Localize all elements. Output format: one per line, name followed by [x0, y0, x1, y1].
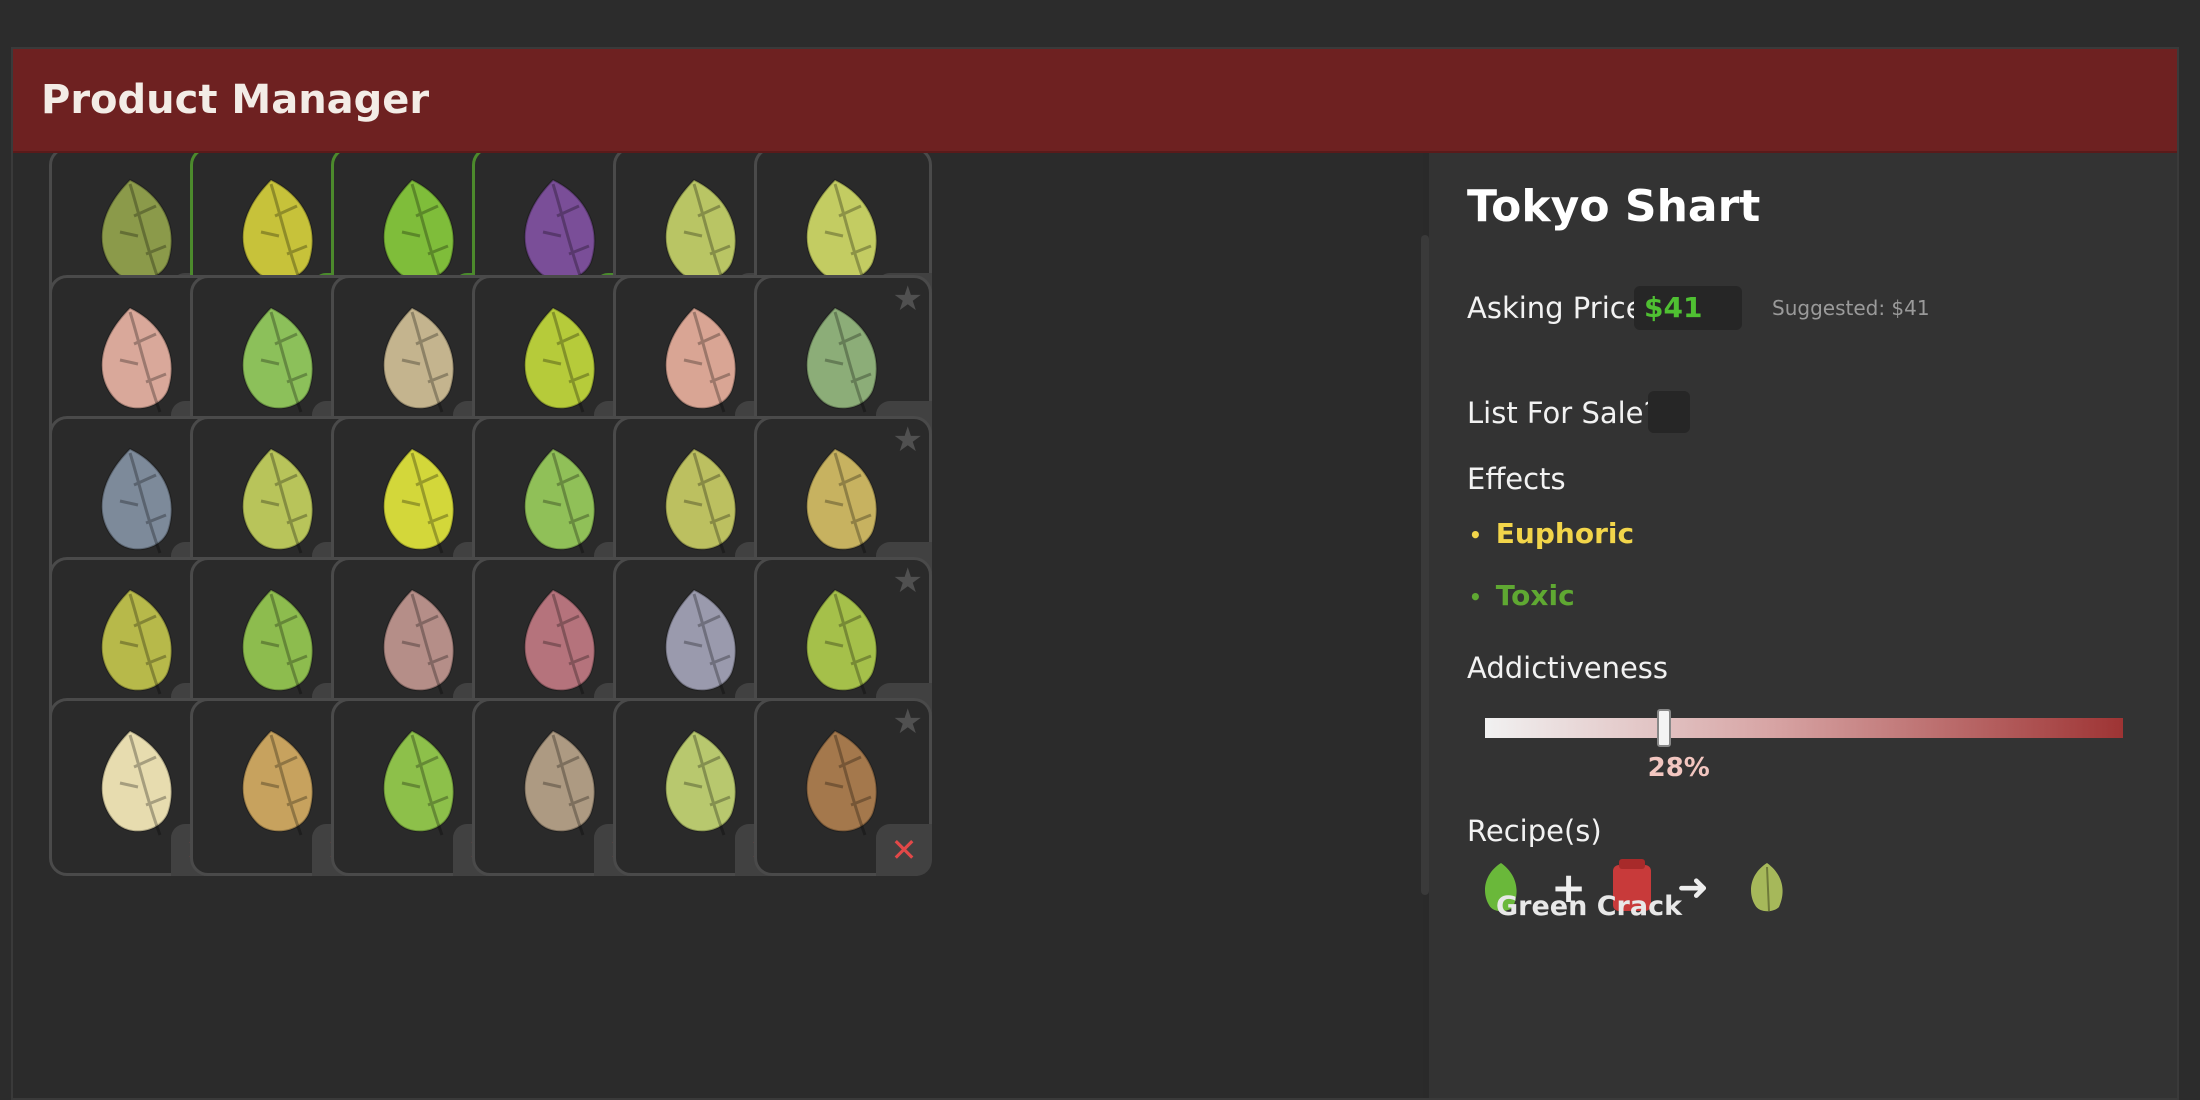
- product-leaf-icon: [805, 588, 878, 695]
- favorite-star-icon[interactable]: ★: [893, 564, 923, 598]
- recipes-label: Recipe(s): [1467, 814, 1602, 848]
- window-title: Product Manager: [41, 77, 430, 123]
- product-leaf-icon: [382, 447, 455, 554]
- product-leaf-icon: [664, 306, 737, 413]
- product-leaf-icon: [100, 729, 173, 836]
- product-leaf-icon: [100, 178, 173, 285]
- bullet-icon: •: [1469, 523, 1482, 547]
- product-leaf-icon: [523, 588, 596, 695]
- grid-scrollbar[interactable]: [1421, 235, 1429, 895]
- product-leaf-icon: [805, 729, 878, 836]
- favorite-star-icon[interactable]: ★: [893, 423, 923, 457]
- product-leaf-icon: [664, 178, 737, 285]
- list-for-sale-checkbox[interactable]: [1648, 391, 1690, 433]
- product-leaf-icon: [382, 306, 455, 413]
- product-leaf-icon: [382, 588, 455, 695]
- product-leaf-icon: [100, 306, 173, 413]
- product-leaf-icon: [100, 447, 173, 554]
- title-bar: Product Manager: [13, 49, 2177, 153]
- product-leaf-icon: [382, 729, 455, 836]
- addictiveness-label: Addictiveness: [1467, 651, 1669, 685]
- effects-label: Effects: [1467, 462, 1566, 496]
- product-leaf-icon: [664, 447, 737, 554]
- product-name: Tokyo Shart: [1467, 181, 1761, 232]
- product-grid: ✕$$$✕✕★✕★✕★✕★✕★✕★✕★✕★✕★✕★✕★✕★✕★✕★✕★✕★✕★✕…: [13, 153, 1423, 1098]
- product-leaf-icon: [664, 729, 737, 836]
- effect-name: Euphoric: [1495, 517, 1635, 550]
- product-leaf-icon: [523, 178, 596, 285]
- product-tile[interactable]: ★✕: [754, 698, 932, 876]
- product-leaf-icon: [100, 588, 173, 695]
- product-leaf-icon: [523, 729, 596, 836]
- product-details-panel: Tokyo Shart Asking Price $41 Suggested: …: [1429, 153, 2177, 1098]
- addictiveness-bar: [1485, 718, 2123, 738]
- product-leaf-icon: [241, 178, 314, 285]
- favorite-star-icon[interactable]: ★: [893, 282, 923, 316]
- addictiveness-percent: 28%: [1647, 753, 1710, 783]
- asking-price-label: Asking Price: [1467, 291, 1644, 325]
- effect-item: • Toxic: [1469, 579, 1575, 612]
- product-leaf-icon: [805, 306, 878, 413]
- delist-x-icon[interactable]: ✕: [876, 824, 932, 876]
- product-leaf-icon: [241, 588, 314, 695]
- product-manager-window: Product Manager ✕$$$✕✕★✕★✕★✕★✕★✕★✕★✕★✕★✕…: [11, 47, 2179, 1100]
- effect-name: Toxic: [1495, 579, 1575, 612]
- asking-price-input[interactable]: $41: [1634, 286, 1742, 330]
- product-leaf-icon: [382, 178, 455, 285]
- recipe-result-leaf-icon[interactable]: [1745, 861, 1789, 921]
- product-leaf-icon: [523, 306, 596, 413]
- product-leaf-icon: [241, 729, 314, 836]
- product-leaf-icon: [805, 447, 878, 554]
- product-leaf-icon: [664, 588, 737, 695]
- product-leaf-icon: [523, 447, 596, 554]
- addictiveness-marker: [1656, 709, 1671, 747]
- product-leaf-icon: [241, 447, 314, 554]
- suggested-price: Suggested: $41: [1772, 296, 1930, 320]
- product-leaf-icon: [805, 178, 878, 285]
- recipe-caption: Green Crack: [1496, 891, 1683, 922]
- effect-item: • Euphoric: [1469, 517, 1634, 550]
- favorite-star-icon[interactable]: ★: [893, 705, 923, 739]
- list-for-sale-label: List For Sale?: [1467, 396, 1659, 430]
- bullet-icon: •: [1469, 585, 1482, 609]
- product-leaf-icon: [241, 306, 314, 413]
